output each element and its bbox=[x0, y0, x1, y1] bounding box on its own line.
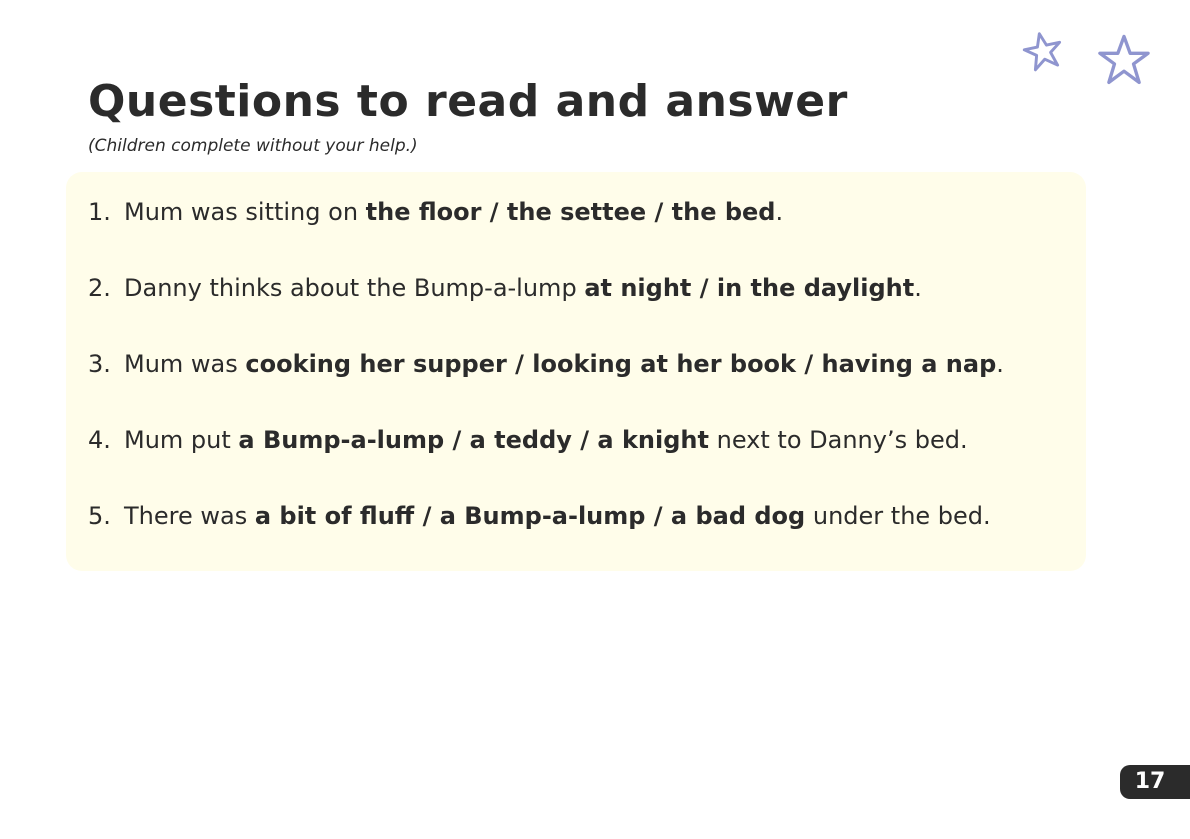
question-number: 4. bbox=[88, 426, 111, 454]
question-number: 2. bbox=[88, 274, 111, 302]
question-item: 4. Mum put a Bump-a-lump / a teddy / a kn… bbox=[88, 424, 968, 456]
question-item: 5. There was a bit of fluff / a Bump-a-lu… bbox=[88, 500, 991, 532]
question-number: 5. bbox=[88, 502, 111, 530]
question-text: Danny thinks about the Bump-a-lump at ni… bbox=[124, 274, 922, 302]
question-number: 3. bbox=[88, 350, 111, 378]
page-number-tab: 17 bbox=[1120, 765, 1190, 799]
page-title: Questions to read and answer bbox=[88, 76, 848, 127]
question-text: Mum put a Bump-a-lump / a teddy / a knig… bbox=[124, 426, 968, 454]
answer-options: a bit of fluff / a Bump-a-lump / a bad d… bbox=[254, 502, 806, 530]
question-item: 3. Mum was cooking her supper / looking a… bbox=[88, 348, 1004, 380]
star-outline-icon bbox=[1022, 32, 1062, 72]
answer-options: at night / in the daylight bbox=[584, 274, 915, 302]
question-text: Mum was sitting on the floor / the sette… bbox=[124, 198, 784, 226]
answer-options: cooking her supper / looking at her book… bbox=[245, 350, 997, 378]
questions-panel: 1. Mum was sitting on the floor / the set… bbox=[66, 172, 1086, 571]
instructions-note: (Children complete without your help.) bbox=[88, 136, 418, 156]
question-item: 2. Danny thinks about the Bump-a-lump at … bbox=[88, 272, 922, 304]
question-text: Mum was cooking her supper / looking at … bbox=[124, 350, 1004, 378]
answer-options: the floor / the settee / the bed bbox=[365, 198, 776, 226]
answer-options: a Bump-a-lump / a teddy / a knight bbox=[238, 426, 709, 454]
question-number: 1. bbox=[88, 198, 111, 226]
star-outline-icon bbox=[1098, 34, 1150, 85]
question-text: There was a bit of fluff / a Bump-a-lump… bbox=[124, 502, 991, 530]
question-item: 1. Mum was sitting on the floor / the set… bbox=[88, 196, 783, 228]
